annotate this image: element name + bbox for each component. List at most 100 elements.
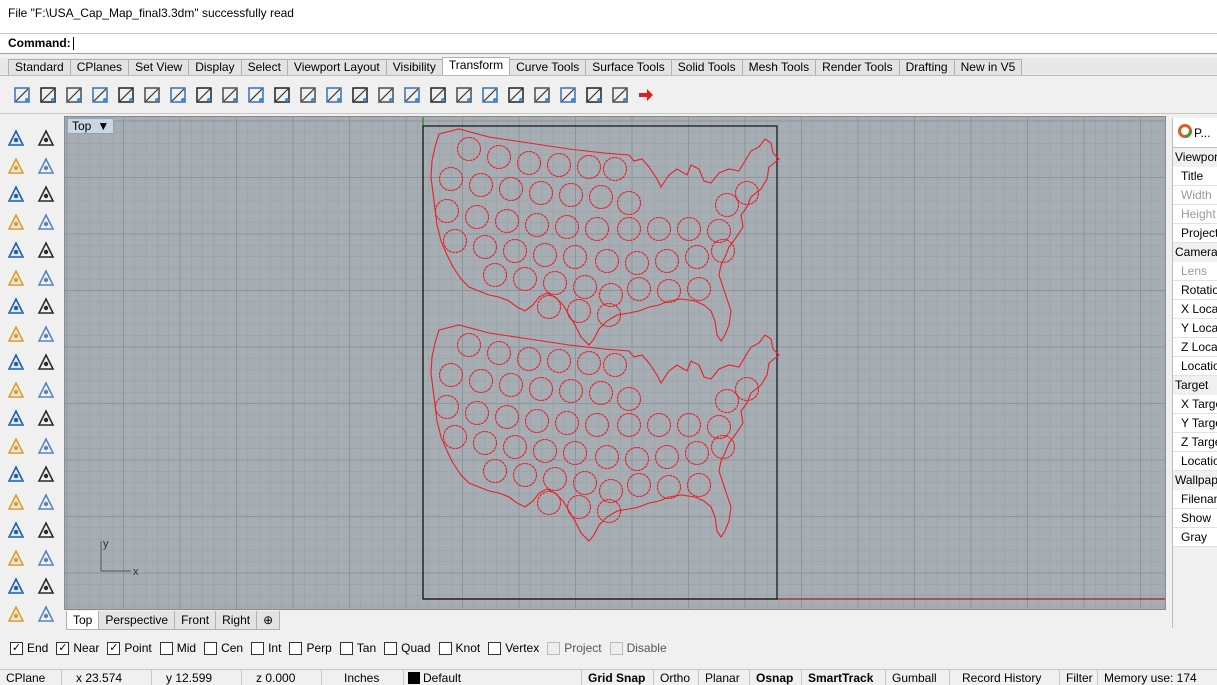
flow-srf-icon[interactable] [478, 82, 501, 108]
viewport-tab-top[interactable]: Top [66, 611, 100, 630]
tab-set-view[interactable]: Set View [128, 59, 190, 75]
shear-icon[interactable] [504, 82, 527, 108]
array-crv-icon[interactable] [348, 82, 371, 108]
osnap-checkbox[interactable] [251, 641, 265, 655]
array-icon[interactable] [322, 82, 345, 108]
add-viewport-tab-icon[interactable]: ⊕ [256, 611, 281, 630]
status-layer[interactable]: Default [404, 670, 582, 685]
osnap-tan[interactable]: Tan [339, 641, 376, 655]
trim-icon[interactable] [2, 376, 30, 404]
mesh-icon[interactable] [32, 320, 60, 348]
curve-icon[interactable] [32, 152, 60, 180]
grid-snap-toggle[interactable]: Grid Snap [582, 670, 654, 685]
property-y-target[interactable]: Y Target [1173, 414, 1217, 433]
box-icon[interactable] [2, 292, 30, 320]
osnap-checkbox[interactable] [159, 641, 173, 655]
osnap-checkbox[interactable] [204, 641, 218, 655]
cage-icon[interactable] [608, 82, 631, 108]
viewport-title[interactable]: Top ▼ [67, 118, 115, 134]
text-icon[interactable] [2, 460, 30, 488]
cylinder-icon[interactable] [2, 320, 30, 348]
property-z-target[interactable]: Z Target [1173, 433, 1217, 452]
osnap-checkbox[interactable] [339, 641, 353, 655]
points-icon[interactable] [32, 404, 60, 432]
property-lens[interactable]: Lens [1173, 262, 1217, 281]
tab-select[interactable]: Select [240, 59, 288, 75]
top-viewport[interactable]: yx Top ▼ [64, 116, 1166, 610]
twist-icon[interactable] [244, 82, 267, 108]
property-rotation[interactable]: Rotation [1173, 281, 1217, 300]
property-filename[interactable]: Filename [1173, 490, 1217, 509]
gumball-toggle[interactable]: Gumball [886, 670, 950, 685]
osnap-perp[interactable]: Perp [289, 641, 332, 655]
array-icon[interactable] [2, 544, 30, 572]
arc-icon[interactable] [2, 208, 30, 236]
fillet-icon[interactable] [32, 236, 60, 264]
polygon-icon[interactable] [2, 236, 30, 264]
property-x-location[interactable]: X Location [1173, 300, 1217, 319]
tab-render-tools[interactable]: Render Tools [815, 59, 900, 75]
array-polar-icon[interactable] [62, 82, 85, 108]
rotate-3d-icon[interactable] [426, 82, 449, 108]
ellipse-icon[interactable] [32, 180, 60, 208]
planar-toggle[interactable]: Planar [699, 670, 750, 685]
property-projection[interactable]: Projection [1173, 224, 1217, 243]
property-gray[interactable]: Gray [1173, 528, 1217, 547]
filter-toggle[interactable]: Filter [1060, 670, 1098, 685]
tab-cplanes[interactable]: CPlanes [69, 59, 130, 75]
property-show[interactable]: Show [1173, 509, 1217, 528]
osnap-knot[interactable]: Knot [438, 641, 480, 655]
circle-icon[interactable] [2, 180, 30, 208]
split-icon[interactable] [32, 376, 60, 404]
property-location[interactable]: Location [1173, 452, 1217, 471]
osnap-checkbox[interactable] [488, 641, 502, 655]
osnap-int[interactable]: Int [251, 641, 281, 655]
splop-icon[interactable] [582, 82, 605, 108]
sphere-icon[interactable] [32, 292, 60, 320]
osnap-vertex[interactable]: Vertex [488, 641, 539, 655]
gumball-icon[interactable] [192, 82, 215, 108]
render-icon[interactable] [2, 516, 30, 544]
property-x-target[interactable]: X Target [1173, 395, 1217, 414]
history-icon[interactable] [32, 544, 60, 572]
extrude-icon[interactable] [32, 264, 60, 292]
osnap-checkbox[interactable]: ✓ [10, 641, 23, 655]
move-icon[interactable] [10, 82, 33, 108]
check-icon[interactable] [32, 572, 60, 600]
status-cplane[interactable]: CPlane [0, 670, 62, 685]
boolean-icon[interactable] [32, 348, 60, 376]
osnap-checkbox[interactable]: ✓ [56, 641, 70, 655]
align-icon[interactable] [218, 82, 241, 108]
flow-icon[interactable] [270, 82, 293, 108]
property-y-location[interactable]: Y Location [1173, 319, 1217, 338]
rectangle-icon[interactable] [32, 208, 60, 236]
curve-blend-icon[interactable] [32, 432, 60, 460]
property-height[interactable]: Height [1173, 205, 1217, 224]
properties-icon[interactable] [2, 600, 30, 628]
group-icon[interactable] [2, 404, 30, 432]
record-history-toggle[interactable]: Record History [950, 670, 1060, 685]
box-edit-icon[interactable] [114, 82, 137, 108]
osnap-near[interactable]: ✓ Near [56, 641, 99, 655]
stretch-icon[interactable] [530, 82, 553, 108]
osnap-checkbox[interactable] [384, 641, 398, 655]
analyze-icon[interactable] [2, 572, 30, 600]
smash-icon[interactable] [400, 82, 423, 108]
osnap-cen[interactable]: Cen [204, 641, 243, 655]
smarttrack-toggle[interactable]: SmartTrack [802, 670, 886, 685]
curve-offset-icon[interactable] [2, 432, 30, 460]
taper-icon[interactable] [374, 82, 397, 108]
tab-standard[interactable]: Standard [8, 59, 71, 75]
osnap-quad[interactable]: Quad [384, 641, 431, 655]
osnap-disable[interactable]: Disable [609, 641, 667, 655]
select-arrow-icon[interactable] [2, 124, 30, 152]
property-z-location[interactable]: Z Location [1173, 338, 1217, 357]
tab-viewport-layout[interactable]: Viewport Layout [286, 59, 387, 75]
tab-visibility[interactable]: Visibility [385, 59, 443, 75]
tab-curve-tools[interactable]: Curve Tools [509, 59, 587, 75]
osnap-toggle[interactable]: Osnap [750, 670, 802, 685]
properties-tab[interactable]: P... [1173, 118, 1217, 148]
osnap-checkbox[interactable] [609, 641, 623, 655]
osnap-end[interactable]: ✓ End [10, 641, 48, 655]
dimension-icon[interactable] [32, 460, 60, 488]
